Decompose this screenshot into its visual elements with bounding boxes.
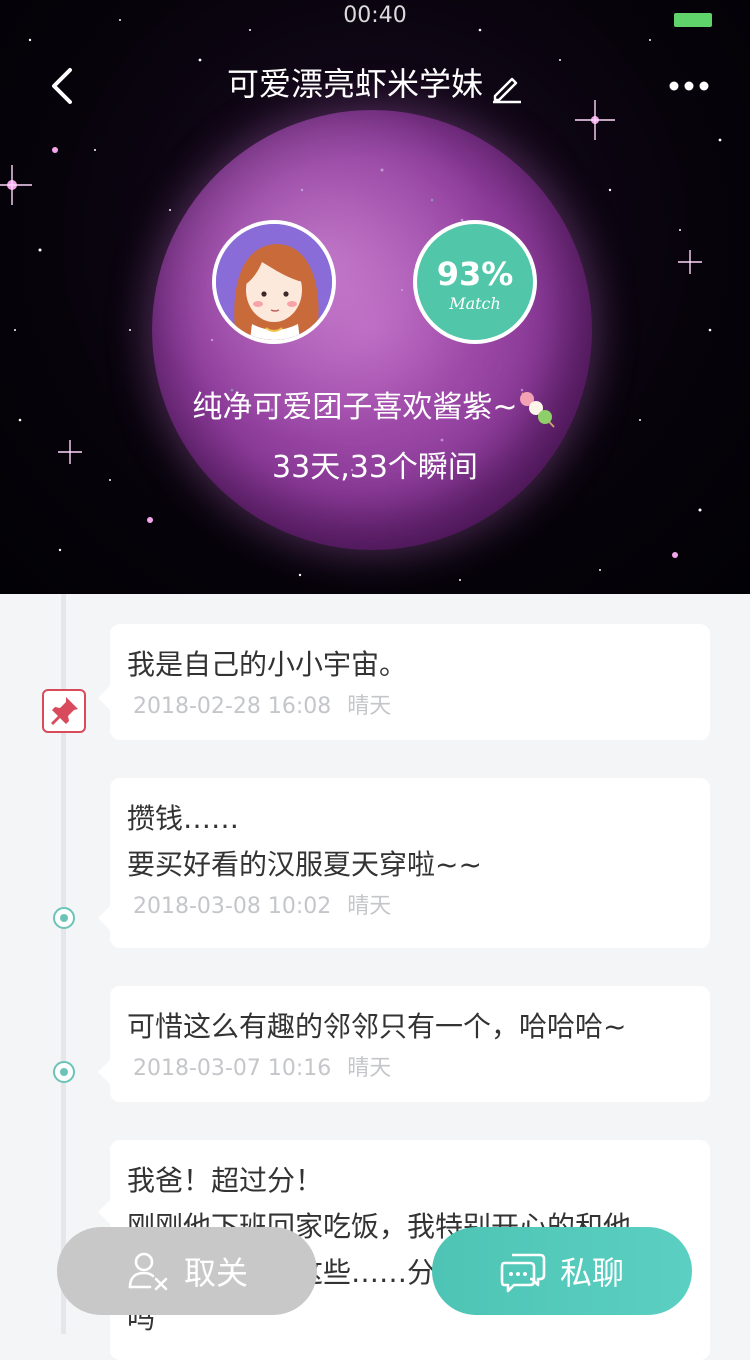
profile-stats: 33天,33个瞬间: [272, 450, 478, 485]
match-label: Match: [449, 294, 501, 313]
post-meta: 2018-02-28 16:08 晴天: [127, 692, 692, 722]
post-weather: 晴天: [347, 694, 392, 719]
post-date: 2018-03-08 10:02: [133, 894, 332, 919]
profile-signature: 纯净可爱团子喜欢酱紫~: [0, 386, 750, 431]
pinned-post-marker: [42, 689, 86, 733]
unfollow-button[interactable]: 取关: [57, 1227, 317, 1315]
unfollow-label: 取关: [183, 1254, 248, 1292]
timeline-node: [53, 907, 75, 929]
post-weather: 晴天: [347, 894, 392, 919]
status-time: 00:40: [343, 3, 407, 28]
edit-pencil-icon[interactable]: [489, 69, 523, 104]
post-meta: 2018-03-07 10:16 晴天: [127, 1054, 692, 1084]
profile-header: 00:40 可爱漂亮虾米学妹 93% Match 纯净可爱团子喜欢酱紫~ 33天…: [0, 0, 750, 594]
girl-avatar-illustration: [216, 224, 332, 340]
match-percent: 93%: [436, 255, 514, 293]
post-meta: 2018-03-08 10:02 晴天: [127, 892, 692, 922]
post-text: 我是自己的小小宇宙。: [127, 648, 408, 681]
remove-user-icon: [128, 1252, 168, 1291]
match-badge: 93% Match: [413, 220, 537, 344]
pushpin-icon: [51, 697, 78, 725]
page-title: 可爱漂亮虾米学妹: [0, 60, 750, 108]
avatar[interactable]: [212, 220, 336, 344]
post-date: 2018-02-28 16:08: [133, 694, 332, 719]
more-dots-icon: [669, 81, 709, 91]
battery-icon: [674, 13, 712, 27]
timeline-node: [53, 1061, 75, 1083]
signature-text: 纯净可爱团子喜欢酱紫~: [192, 390, 518, 425]
private-chat-button[interactable]: 私聊: [432, 1227, 692, 1315]
dango-emoji-icon: [514, 387, 558, 431]
more-menu-button[interactable]: [662, 68, 716, 104]
page-title-text: 可爱漂亮虾米学妹: [226, 65, 483, 103]
post-card[interactable]: 可惜这么有趣的邻邻只有一个，哈哈哈~ 2018-03-07 10:16 晴天: [98, 986, 710, 1102]
chat-label: 私聊: [559, 1254, 624, 1292]
post-text: 攒钱…… 要买好看的汉服夏天穿啦~~: [127, 802, 482, 881]
chat-bubbles-icon: [500, 1253, 546, 1293]
post-weather: 晴天: [347, 1056, 392, 1081]
post-card[interactable]: 我是自己的小小宇宙。 2018-02-28 16:08 晴天: [98, 624, 710, 740]
post-text: 可惜这么有趣的邻邻只有一个，哈哈哈~: [127, 1010, 627, 1043]
post-date: 2018-03-07 10:16: [133, 1056, 332, 1081]
post-card[interactable]: 攒钱…… 要买好看的汉服夏天穿啦~~ 2018-03-08 10:02 晴天: [98, 778, 710, 948]
